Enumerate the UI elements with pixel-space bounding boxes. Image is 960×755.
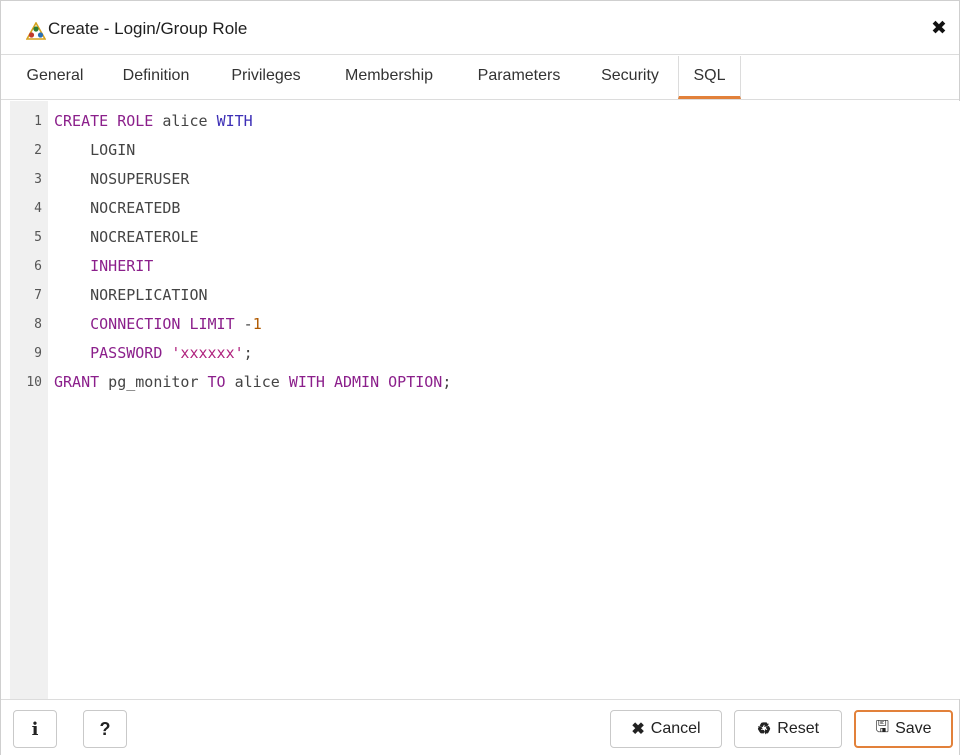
code-token: PASSWORD <box>90 344 163 362</box>
line-number: 5 <box>34 230 42 245</box>
code-line: LOGIN <box>54 136 960 165</box>
line-number: 10 <box>26 375 42 390</box>
reset-label: Reset <box>777 720 820 737</box>
tab-bar: General Definition Privileges Membership… <box>1 56 959 100</box>
footer-bar: i ? ✖ Cancel ♻ Reset 🖫 Save <box>1 699 959 755</box>
help-button[interactable]: ? <box>83 710 127 748</box>
tab-membership[interactable]: Membership <box>327 56 451 98</box>
code-token: NOREPLICATION <box>54 286 208 304</box>
line-number: 9 <box>34 346 42 361</box>
line-number: 3 <box>34 172 42 187</box>
code-token: CREATE ROLE <box>54 112 154 130</box>
sql-code[interactable]: CREATE ROLE alice WITH LOGIN NOSUPERUSER… <box>54 107 960 397</box>
tab-sql[interactable]: SQL <box>678 56 741 99</box>
code-token: LOGIN <box>54 141 136 159</box>
code-token: 1 <box>252 315 262 333</box>
code-token: ; <box>243 344 253 362</box>
code-token: alice <box>225 373 289 391</box>
line-number: 4 <box>34 201 42 216</box>
code-line: NOSUPERUSER <box>54 165 960 194</box>
line-number: 8 <box>34 317 42 332</box>
create-role-dialog: Create - Login/Group Role ✖ General Defi… <box>0 0 960 755</box>
line-numbers: 1 2 3 4 5 6 7 8 9 10 <box>10 107 42 397</box>
cancel-button[interactable]: ✖ Cancel <box>610 710 722 748</box>
line-number: 1 <box>34 114 42 129</box>
code-line: CONNECTION LIMIT -1 <box>54 310 960 339</box>
save-icon: 🖫 <box>875 718 890 736</box>
info-icon: i <box>31 718 39 740</box>
tab-parameters[interactable]: Parameters <box>461 56 577 98</box>
save-label: Save <box>895 720 932 737</box>
code-line: INHERIT <box>54 252 960 281</box>
recycle-icon: ♻ <box>756 721 772 738</box>
dialog-title: Create - Login/Group Role <box>48 19 248 38</box>
info-button[interactable]: i <box>13 710 57 748</box>
code-token: WITH <box>216 112 253 130</box>
code-line: PASSWORD 'xxxxxx'; <box>54 339 960 368</box>
code-line: CREATE ROLE alice WITH <box>54 107 960 136</box>
close-icon: ✖ <box>631 721 645 738</box>
tab-general[interactable]: General <box>15 56 95 98</box>
title-bar: Create - Login/Group Role ✖ <box>1 1 959 55</box>
code-token: GRANT <box>54 373 100 391</box>
code-token: - <box>234 315 253 333</box>
tab-security[interactable]: Security <box>587 56 673 98</box>
code-token: INHERIT <box>90 257 154 275</box>
code-token: pg_monitor <box>99 373 208 391</box>
tab-privileges[interactable]: Privileges <box>217 56 315 98</box>
code-line: NOREPLICATION <box>54 281 960 310</box>
sql-editor[interactable]: 1 2 3 4 5 6 7 8 9 10 CREATE ROLE alice WITH LOGIN… <box>10 101 960 699</box>
code-token: NOSUPERUSER <box>54 170 190 188</box>
close-icon[interactable]: ✖ <box>929 19 949 39</box>
line-number: 2 <box>34 143 42 158</box>
code-token: TO <box>207 373 226 391</box>
help-icon: ? <box>99 718 111 739</box>
role-icon <box>26 22 46 40</box>
save-button[interactable]: 🖫 Save <box>854 710 953 748</box>
line-number: 6 <box>34 259 42 274</box>
code-token: CONNECTION LIMIT <box>90 315 235 333</box>
line-gutter: 1 2 3 4 5 6 7 8 9 10 <box>10 101 48 699</box>
code-token: alice <box>153 112 217 130</box>
code-line: NOCREATEDB <box>54 194 960 223</box>
code-token: NOCREATEROLE <box>54 228 199 246</box>
cancel-label: Cancel <box>650 720 701 737</box>
code-line: GRANT pg_monitor TO alice WITH ADMIN OPT… <box>54 368 960 397</box>
code-token: ; <box>442 373 452 391</box>
line-number: 7 <box>34 288 42 303</box>
code-token: NOCREATEDB <box>54 199 181 217</box>
tab-definition[interactable]: Definition <box>107 56 205 98</box>
reset-button[interactable]: ♻ Reset <box>734 710 842 748</box>
code-line: NOCREATEROLE <box>54 223 960 252</box>
code-token: 'xxxxxx' <box>171 344 244 362</box>
code-token: WITH ADMIN OPTION <box>288 373 443 391</box>
